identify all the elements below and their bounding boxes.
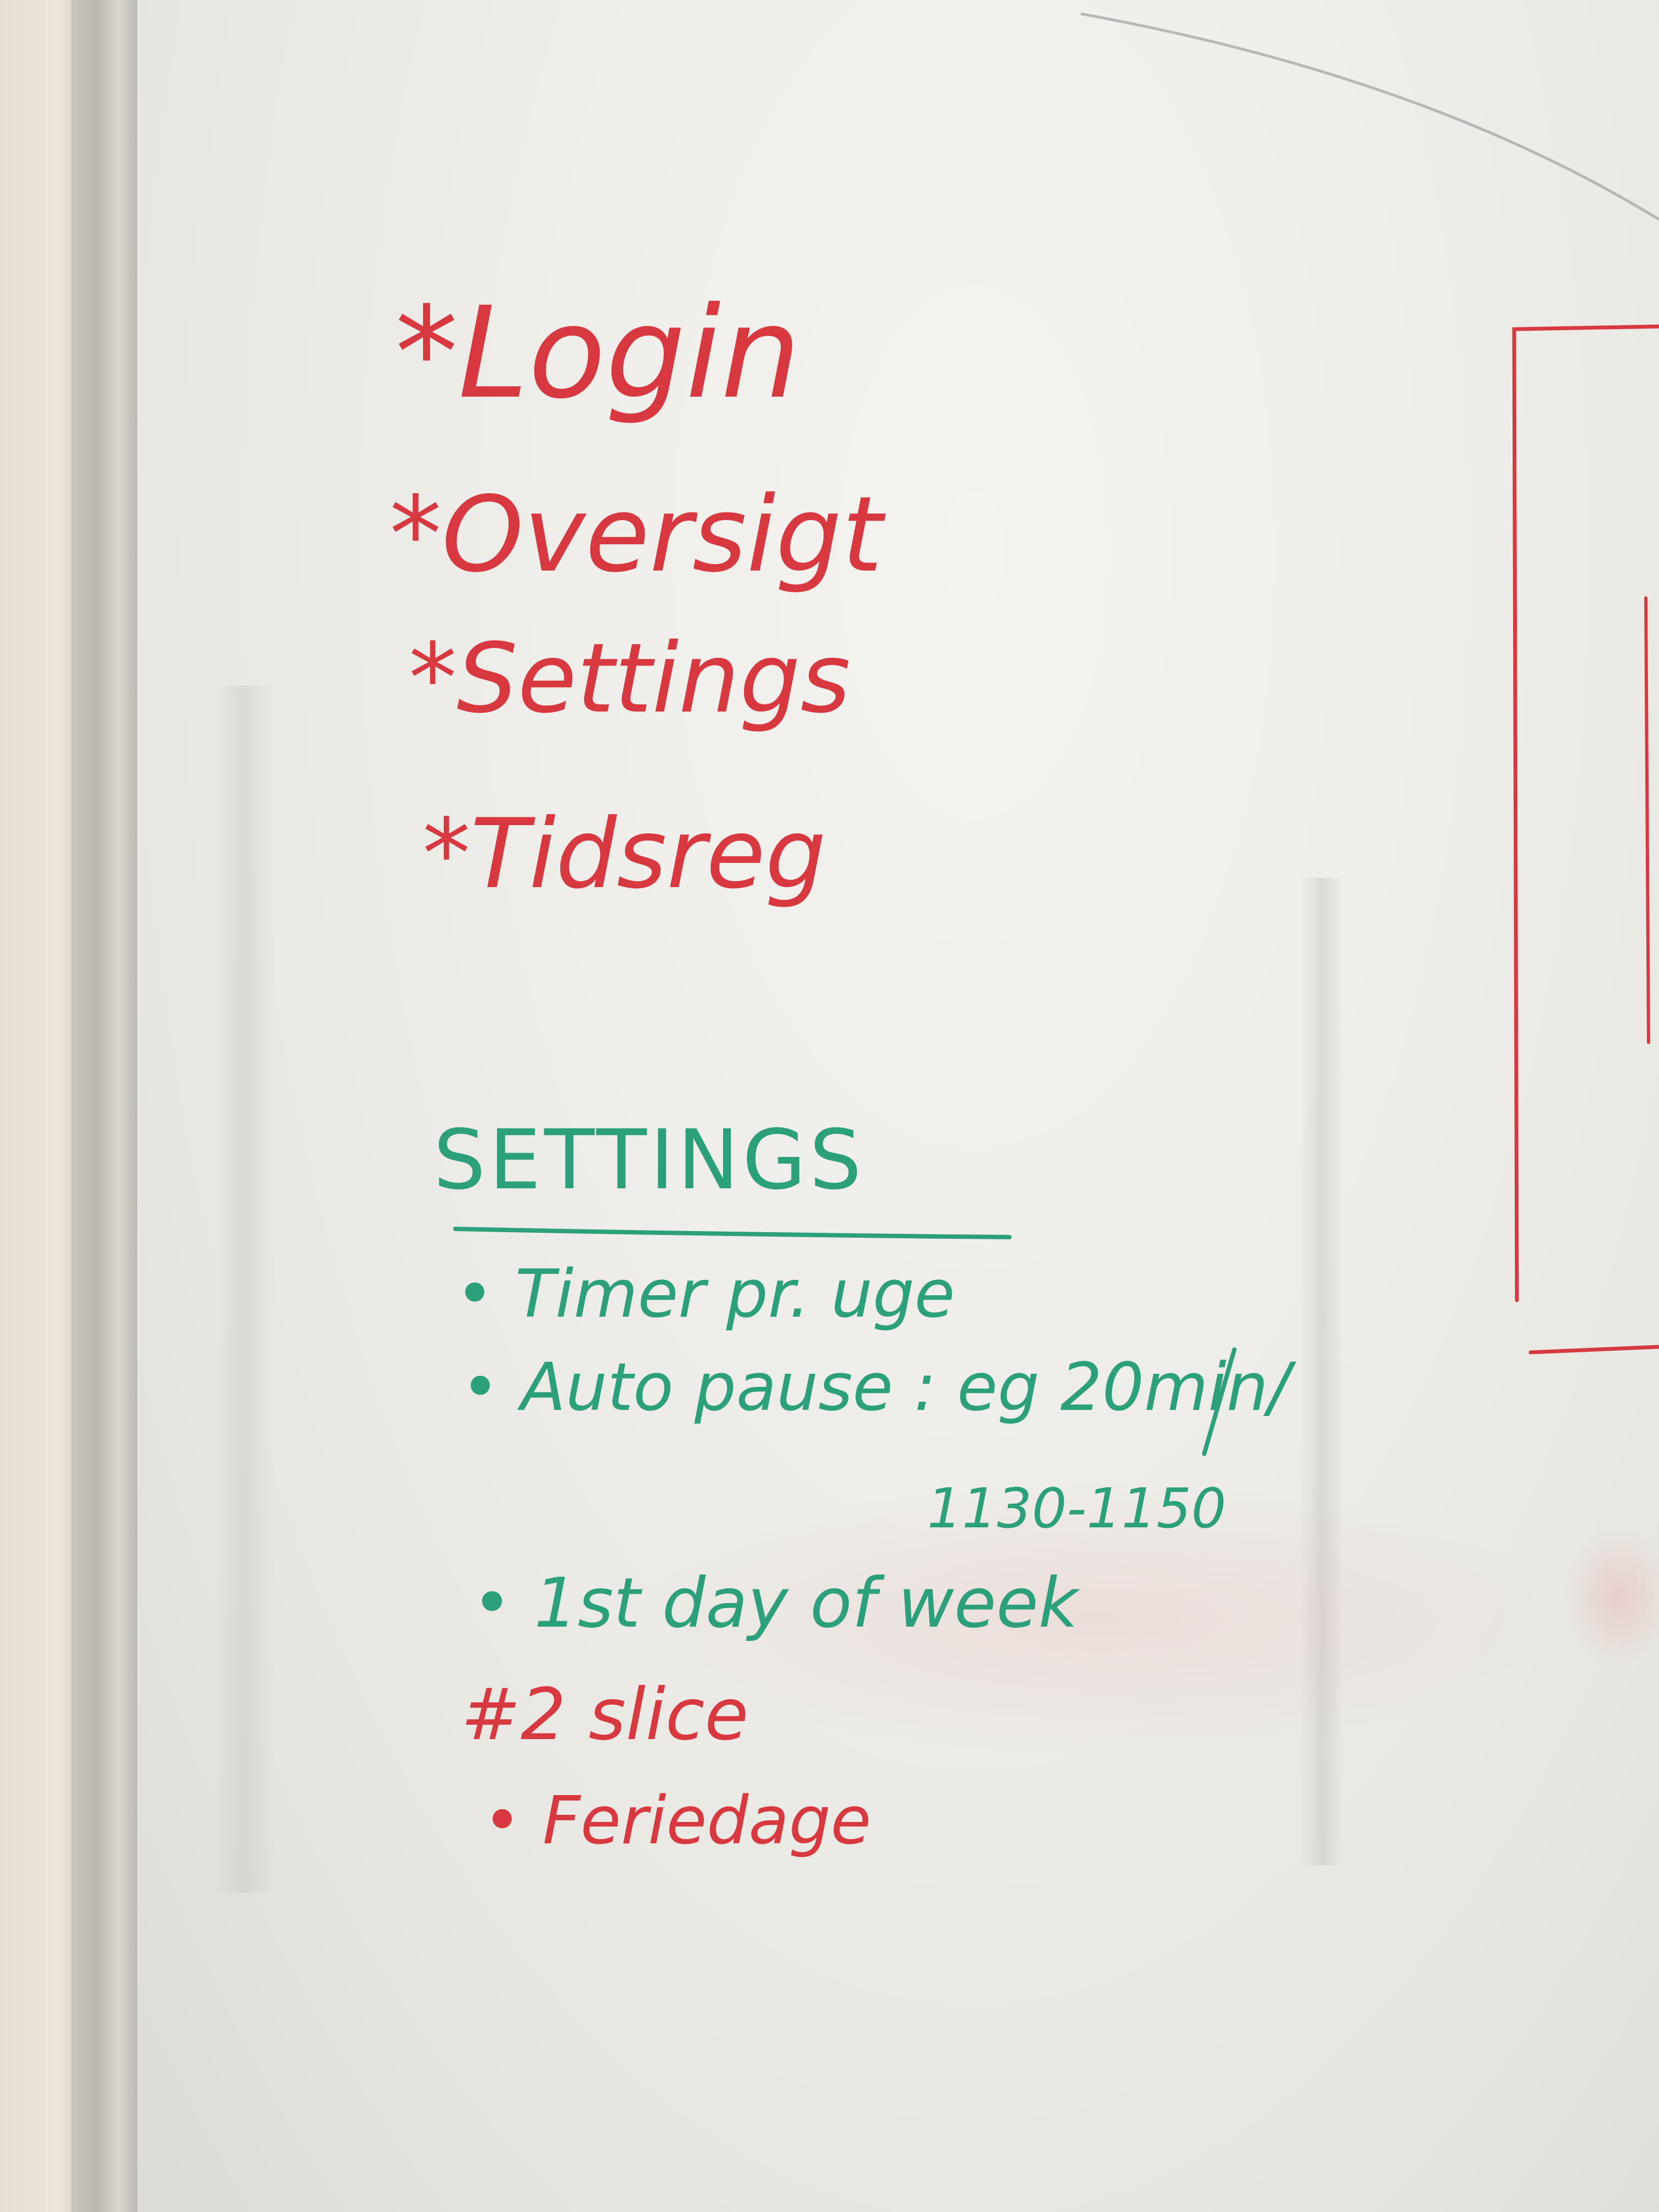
item-label: Auto pause : eg 20min/ [520,1350,1291,1426]
bullet-asterisk: * [395,280,458,427]
bullet-asterisk: * [409,623,457,735]
item-label: 1st day of week [534,1564,1079,1643]
red-box-drawing [453,12,1659,1456]
item-label: 1130-1150 [927,1476,1227,1541]
item-label: Tidsreg [470,799,826,910]
list-item-oversigt: *Oversigt [390,483,883,587]
slice-heading: #2 slice [461,1673,749,1756]
settings-item-first-day: • 1st day of week [472,1569,1078,1638]
item-label: Settings [456,623,851,735]
settings-item-timer: • Timer pr. uge [455,1262,955,1328]
item-label: Oversigt [442,474,883,595]
bullet-dot: • [461,1350,500,1426]
slice-item-feriedage: • Feriedage [483,1788,871,1854]
list-item-settings: *Settings [409,631,850,727]
bullet-dot: • [483,1783,522,1859]
bullet-dot: • [455,1256,494,1333]
bullet-dot: • [472,1564,512,1643]
list-item-login: *Login [395,291,801,417]
list-item-tidsreg: *Tidsreg [422,806,826,902]
item-label: Timer pr. uge [515,1256,955,1333]
item-label: Login [458,280,801,427]
bullet-asterisk: * [390,474,442,595]
settings-item-time-range: 1130-1150 [927,1481,1226,1536]
settings-heading: SETTINGS [433,1113,865,1208]
settings-item-auto-pause: • Auto pause : eg 20min/ [461,1355,1290,1421]
item-label: Feriedage [542,1783,871,1859]
bullet-asterisk: * [422,799,471,910]
